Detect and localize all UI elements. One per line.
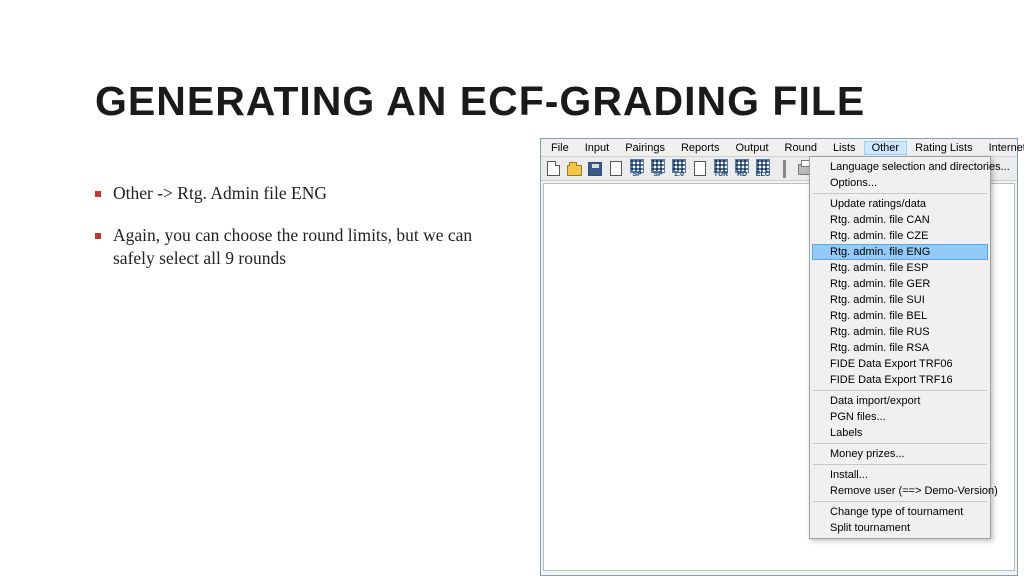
dropdown-item[interactable]: Update ratings/data [812,196,988,212]
menu-bar: File Input Pairings Reports Output Round… [541,139,1017,157]
divider [774,159,794,179]
new-file-icon [547,161,560,176]
sp1-button[interactable]: SP [627,159,647,179]
dropdown-item[interactable]: Install... [812,467,988,483]
dropdown-item[interactable]: Rtg. admin. file ESP [812,260,988,276]
menu-internet[interactable]: Internet [981,141,1024,155]
new-file-button[interactable] [543,159,563,179]
dropdown-item[interactable]: Language selection and directories... [812,159,988,175]
slide-title: GENERATING AN ECF-GRADING FILE [95,78,865,125]
page-button[interactable] [606,159,626,179]
dropdown-item[interactable]: Rtg. admin. file RSA [812,340,988,356]
dropdown-separator [813,390,987,391]
open-folder-icon [567,165,582,176]
bullet-text: Again, you can choose the round limits, … [113,224,515,271]
page-icon [694,161,706,176]
bullet-square-icon [95,191,101,197]
open-file-button[interactable] [564,159,584,179]
dropdown-item[interactable]: Data import/export [812,393,988,409]
dropdown-item[interactable]: FIDE Data Export TRF16 [812,372,988,388]
menu-pairings[interactable]: Pairings [617,141,673,155]
dropdown-item[interactable]: Change type of tournament [812,504,988,520]
toolbar-label: 1:0 [674,171,684,178]
elo-button[interactable]: ELO [753,159,773,179]
dropdown-item[interactable]: Options... [812,175,988,191]
menu-reports[interactable]: Reports [673,141,728,155]
toolbar-label: ELO [756,171,770,178]
save-button[interactable] [585,159,605,179]
dropdown-item[interactable]: Money prizes... [812,446,988,462]
save-icon [588,162,602,176]
toolbar-label: SP [632,171,641,178]
dropdown-separator [813,193,987,194]
one-zero-button[interactable]: 1:0 [669,159,689,179]
dropdown-separator [813,501,987,502]
page2-button[interactable] [690,159,710,179]
dropdown-item[interactable]: Labels [812,425,988,441]
sp2-button[interactable]: SP [648,159,668,179]
divider-icon [783,160,786,178]
dropdown-item[interactable]: Rtg. admin. file ENG [812,244,988,260]
toolbar-label: SP [653,171,662,178]
tur-button[interactable]: TUR [711,159,731,179]
dropdown-item[interactable]: Split tournament [812,520,988,536]
bullet-text: Other -> Rtg. Admin file ENG [113,182,327,206]
menu-round[interactable]: Round [777,141,825,155]
dropdown-item[interactable]: Rtg. admin. file CZE [812,228,988,244]
menu-lists[interactable]: Lists [825,141,864,155]
page-icon [610,161,622,176]
rd-button[interactable]: RD [732,159,752,179]
bullet-list: Other -> Rtg. Admin file ENG Again, you … [95,182,515,289]
dropdown-item[interactable]: Rtg. admin. file RUS [812,324,988,340]
toolbar-label: RD [737,171,747,178]
dropdown-item[interactable]: Rtg. admin. file GER [812,276,988,292]
menu-rating-lists[interactable]: Rating Lists [907,141,980,155]
dropdown-separator [813,443,987,444]
dropdown-item[interactable]: FIDE Data Export TRF06 [812,356,988,372]
menu-other[interactable]: Other [864,141,908,155]
menu-output[interactable]: Output [727,141,776,155]
toolbar-label: TUR [714,171,728,178]
other-dropdown-menu: Language selection and directories...Opt… [809,156,991,539]
dropdown-separator [813,464,987,465]
dropdown-item[interactable]: Remove user (==> Demo-Version) [812,483,988,499]
bullet-square-icon [95,233,101,239]
dropdown-item[interactable]: Rtg. admin. file BEL [812,308,988,324]
dropdown-item[interactable]: Rtg. admin. file CAN [812,212,988,228]
menu-file[interactable]: File [543,141,577,155]
dropdown-item[interactable]: PGN files... [812,409,988,425]
menu-input[interactable]: Input [577,141,617,155]
bullet-item: Again, you can choose the round limits, … [95,224,515,271]
dropdown-item[interactable]: Rtg. admin. file SUI [812,292,988,308]
bullet-item: Other -> Rtg. Admin file ENG [95,182,515,206]
